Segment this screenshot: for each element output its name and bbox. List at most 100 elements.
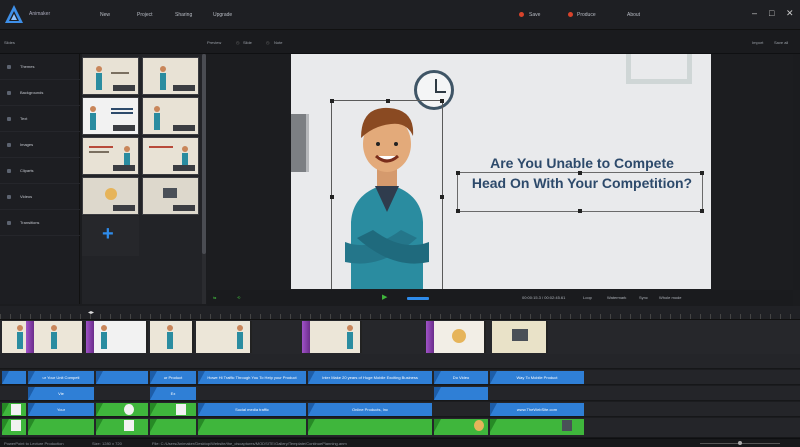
scene-clip[interactable] xyxy=(150,321,194,353)
text-clip[interactable]: Inter Make 20 years of Huge Mobile Excit… xyxy=(308,371,432,384)
save-all-button[interactable]: Save all xyxy=(774,40,788,45)
resize-handle[interactable] xyxy=(456,209,460,213)
text-clip[interactable]: www.TheWebSite.com xyxy=(490,403,584,416)
transition-marker[interactable] xyxy=(302,321,310,353)
template-thumbnail[interactable] xyxy=(142,57,199,95)
scene-clip[interactable] xyxy=(310,321,362,353)
selection-box[interactable] xyxy=(330,99,444,289)
image-clip[interactable] xyxy=(96,403,148,416)
menu-upgrade[interactable]: Upgrade xyxy=(213,12,232,18)
character-icon xyxy=(160,66,166,90)
menu-save[interactable]: Save xyxy=(529,12,540,18)
template-thumbnail[interactable] xyxy=(142,97,199,135)
scene-clip[interactable] xyxy=(94,321,148,353)
scene-clip[interactable] xyxy=(2,321,84,353)
text-clip[interactable]: ur Product xyxy=(150,371,196,384)
playhead-icon[interactable]: ◂▸ xyxy=(88,309,94,316)
transition-marker[interactable] xyxy=(26,321,34,353)
sidebar-item-images[interactable]: Images xyxy=(0,132,80,158)
text-clip[interactable]: Social media traffic xyxy=(198,403,306,416)
menu-about[interactable]: About xyxy=(627,12,640,18)
text-clip[interactable]: Your xyxy=(28,403,94,416)
image-clip[interactable] xyxy=(2,403,26,416)
menu-sharing[interactable]: Sharing xyxy=(175,12,192,18)
thumb-bar xyxy=(173,125,195,131)
loop-option[interactable]: Loop xyxy=(583,295,592,300)
text-clip[interactable]: Howe Hi Traffic Through You To Help your… xyxy=(198,371,306,384)
template-thumbnail[interactable] xyxy=(82,137,139,175)
tab-preview[interactable]: Preview xyxy=(207,40,221,45)
image-clip[interactable] xyxy=(150,419,196,435)
resize-handle[interactable] xyxy=(700,209,704,213)
text-clip[interactable] xyxy=(434,387,488,400)
resize-handle[interactable] xyxy=(578,171,582,175)
import-button[interactable]: Import xyxy=(752,40,763,45)
add-slide-button[interactable]: + xyxy=(82,216,139,256)
sidebar-item-label: Themes xyxy=(20,64,35,69)
resize-handle[interactable] xyxy=(386,99,390,103)
menu-project[interactable]: Project xyxy=(137,12,153,18)
close-icon[interactable]: ✕ xyxy=(786,9,794,18)
template-thumbnail[interactable] xyxy=(82,97,139,135)
text-clip[interactable]: Ex xyxy=(150,387,196,400)
template-thumbnail[interactable] xyxy=(82,177,139,215)
template-thumbnail[interactable] xyxy=(142,137,199,175)
sidebar-item-cliparts[interactable]: Cliparts xyxy=(0,158,80,184)
scene-clip[interactable] xyxy=(434,321,486,353)
slide-canvas[interactable]: Are You Unable to Compete Head On With Y… xyxy=(291,54,711,289)
image-clip[interactable] xyxy=(150,403,196,416)
sidebar-item-text[interactable]: Text xyxy=(0,106,80,132)
text-clip[interactable]: Vie xyxy=(28,387,94,400)
template-thumbnail[interactable] xyxy=(142,177,199,215)
image-clip[interactable] xyxy=(490,419,584,435)
timeline-ruler[interactable]: ◂▸ xyxy=(0,306,800,320)
resize-handle[interactable] xyxy=(330,195,334,199)
resize-handle[interactable] xyxy=(578,209,582,213)
tab-slide[interactable]: Slide xyxy=(243,40,252,45)
scene-clip[interactable] xyxy=(196,321,252,353)
image-clip[interactable] xyxy=(96,419,148,435)
template-scrollbar[interactable] xyxy=(202,54,206,304)
image-clip[interactable] xyxy=(2,419,26,435)
menu-produce[interactable]: Produce xyxy=(577,12,596,18)
text-clip[interactable] xyxy=(2,371,26,384)
text-clip[interactable]: Way To Mobile Product xyxy=(490,371,584,384)
text-selection-box[interactable] xyxy=(456,171,704,213)
minimize-icon[interactable]: – xyxy=(752,9,757,18)
play-icon[interactable]: ▶ xyxy=(382,293,387,301)
sidebar: Themes Backgrounds Text Images Cliparts … xyxy=(0,54,80,304)
sidebar-item-themes[interactable]: Themes xyxy=(0,54,80,80)
repeat-icon[interactable]: ⟲ xyxy=(237,295,240,300)
resize-handle[interactable] xyxy=(440,99,444,103)
image-clip[interactable] xyxy=(308,419,432,435)
text-clip[interactable] xyxy=(96,371,148,384)
transition-marker[interactable] xyxy=(86,321,94,353)
whole-mode-option[interactable]: Whole mode xyxy=(659,295,681,300)
sync-option[interactable]: Sync xyxy=(639,295,648,300)
resize-handle[interactable] xyxy=(456,171,460,175)
watermark-option[interactable]: Watermark xyxy=(607,295,626,300)
menu-new[interactable]: New xyxy=(100,12,110,18)
image-clip[interactable] xyxy=(198,419,306,435)
sidebar-item-backgrounds[interactable]: Backgrounds xyxy=(0,80,80,106)
scrollbar-thumb[interactable] xyxy=(202,54,206,254)
zoom-slider-knob[interactable] xyxy=(738,441,742,445)
text-clip[interactable]: Do Video xyxy=(434,371,488,384)
text-clip[interactable]: Online Products, Inc xyxy=(308,403,432,416)
resize-handle[interactable] xyxy=(330,99,334,103)
sidebar-item-transitions[interactable]: Transitions xyxy=(0,210,80,236)
scene-clip[interactable] xyxy=(492,321,548,353)
shuffle-icon[interactable]: ⇆ xyxy=(213,295,216,300)
app-logo-icon xyxy=(5,5,23,23)
image-clip[interactable] xyxy=(434,419,488,435)
resize-handle[interactable] xyxy=(700,171,704,175)
maximize-icon[interactable]: □ xyxy=(769,9,774,18)
image-clip[interactable] xyxy=(28,419,94,435)
tab-note[interactable]: Note xyxy=(274,40,282,45)
playback-progress[interactable] xyxy=(407,297,429,300)
template-thumbnail[interactable] xyxy=(82,57,139,95)
text-clip[interactable]: ur Your Unit Competi xyxy=(28,371,94,384)
transition-marker[interactable] xyxy=(426,321,434,353)
sidebar-item-videos[interactable]: Videos xyxy=(0,184,80,210)
resize-handle[interactable] xyxy=(440,195,444,199)
